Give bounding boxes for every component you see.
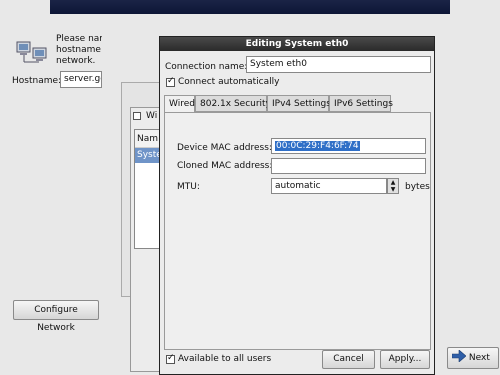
- spin-up-icon[interactable]: ▲: [388, 179, 398, 186]
- available-to-all-users-label: Available to all users: [178, 354, 272, 364]
- connections-list[interactable]: Nam Syste: [134, 129, 160, 249]
- apply-button[interactable]: Apply...: [380, 350, 430, 369]
- editing-connection-dialog: Editing System eth0 Connection name: Sys…: [159, 36, 435, 375]
- connect-automatically-label: Connect automatically: [178, 77, 280, 87]
- tab-ipv6-settings[interactable]: IPv6 Settings: [329, 95, 393, 112]
- cloned-mac-label: Cloned MAC address:: [177, 161, 273, 171]
- mtu-input[interactable]: automatic: [271, 178, 387, 194]
- hostname-input[interactable]: server.ge: [60, 71, 102, 88]
- device-mac-value: 00:0C:29:F4:6F:74: [275, 141, 360, 151]
- device-mac-label: Device MAC address:: [177, 143, 272, 153]
- network-dialog-title: Wi: [146, 111, 158, 121]
- mtu-unit-label: bytes: [405, 182, 430, 192]
- tab-8021x-security[interactable]: 802.1x Security: [195, 95, 271, 112]
- top-banner: [50, 0, 450, 14]
- network-computers-icon: [16, 41, 47, 63]
- network-intro-text: Please nam hostname i network.: [56, 34, 102, 66]
- wired-tab-panel: Device MAC address: 00:0C:29:F4:6F:74 Cl…: [164, 112, 431, 350]
- tab-ipv4-settings[interactable]: IPv4 Settings: [267, 95, 331, 112]
- tab-wired[interactable]: Wired: [164, 95, 195, 113]
- spin-down-icon[interactable]: ▼: [388, 186, 398, 193]
- available-to-all-users-checkbox[interactable]: [166, 353, 175, 364]
- network-dialog-icon: [133, 112, 141, 120]
- hostname-label: Hostname:: [12, 76, 62, 86]
- arrow-right-icon: [452, 350, 466, 362]
- dialog-title: Editing System eth0: [160, 37, 434, 51]
- next-button[interactable]: Next: [447, 347, 499, 369]
- list-item-selected[interactable]: Syste: [135, 148, 159, 163]
- connect-automatically-checkbox[interactable]: [166, 76, 175, 87]
- device-mac-input[interactable]: 00:0C:29:F4:6F:74: [271, 138, 426, 154]
- cloned-mac-input[interactable]: [271, 158, 426, 174]
- connection-name-label: Connection name:: [165, 62, 248, 72]
- connection-name-input[interactable]: System eth0: [246, 56, 431, 73]
- configure-network-button[interactable]: Configure Network: [13, 300, 99, 333]
- next-label: Next: [468, 353, 490, 363]
- list-header: Nam: [135, 130, 159, 148]
- mtu-label: MTU:: [177, 182, 200, 192]
- mtu-spinner[interactable]: ▲ ▼: [387, 178, 399, 194]
- cancel-button[interactable]: Cancel: [322, 350, 375, 369]
